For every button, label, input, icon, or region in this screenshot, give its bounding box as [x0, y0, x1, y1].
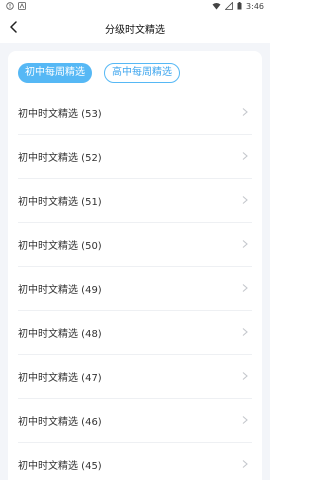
- chevron-right-icon: [242, 152, 248, 160]
- list-item[interactable]: 初中时文精选 (48): [18, 311, 252, 355]
- list-item-label: 初中时文精选 (48): [18, 329, 102, 340]
- list-item[interactable]: 初中时文精选 (47): [18, 355, 252, 399]
- list-item-label: 初中时文精选 (45): [18, 461, 102, 472]
- list-item[interactable]: 初中时文精选 (52): [18, 135, 252, 179]
- list-item-label: 初中时文精选 (53): [18, 109, 102, 120]
- wifi-icon: [212, 2, 221, 12]
- signal-icon: [224, 1, 233, 12]
- chevron-right-icon: [242, 284, 248, 292]
- error-icon: [6, 1, 14, 12]
- list-item-label: 初中时文精选 (46): [18, 417, 102, 428]
- article-list: 初中时文精选 (53) 初中时文精选 (52) 初中时文精选 (51) 初中时文…: [8, 91, 262, 480]
- battery-icon: [237, 1, 242, 12]
- status-time: 3:46: [246, 2, 264, 11]
- list-item-label: 初中时文精选 (49): [18, 285, 102, 296]
- list-item-label: 初中时文精选 (51): [18, 197, 102, 208]
- tab-senior-weekly[interactable]: 高中每周精选: [104, 63, 180, 83]
- list-item[interactable]: 初中时文精选 (51): [18, 179, 252, 223]
- list-item[interactable]: 初中时文精选 (50): [18, 223, 252, 267]
- back-button[interactable]: [6, 19, 22, 35]
- list-item-label: 初中时文精选 (47): [18, 373, 102, 384]
- content-area: 初中每周精选 高中每周精选 初中时文精选 (53) 初中时文精选 (52) 初中…: [0, 43, 270, 480]
- list-item[interactable]: 初中时文精选 (53): [18, 91, 252, 135]
- list-item[interactable]: 初中时文精选 (46): [18, 399, 252, 443]
- chevron-right-icon: [242, 372, 248, 380]
- chevron-right-icon: [242, 328, 248, 336]
- page-title: 分级时文精选: [105, 24, 165, 36]
- status-bar: 3:46: [0, 0, 270, 13]
- app-notification-icon: [18, 1, 26, 12]
- chevron-right-icon: [242, 196, 248, 204]
- list-item-label: 初中时文精选 (50): [18, 241, 102, 252]
- tab-junior-weekly[interactable]: 初中每周精选: [18, 63, 92, 83]
- list-item[interactable]: 初中时文精选 (49): [18, 267, 252, 311]
- chevron-right-icon: [242, 416, 248, 424]
- tab-bar: 初中每周精选 高中每周精选: [18, 63, 180, 83]
- header: 分级时文精选: [0, 13, 270, 43]
- chevron-right-icon: [242, 240, 248, 248]
- list-card: 初中每周精选 高中每周精选 初中时文精选 (53) 初中时文精选 (52) 初中…: [8, 51, 262, 480]
- chevron-right-icon: [242, 460, 248, 468]
- chevron-left-icon: [10, 21, 17, 33]
- list-item-label: 初中时文精选 (52): [18, 153, 102, 164]
- chevron-right-icon: [242, 108, 248, 116]
- list-item[interactable]: 初中时文精选 (45): [18, 443, 252, 480]
